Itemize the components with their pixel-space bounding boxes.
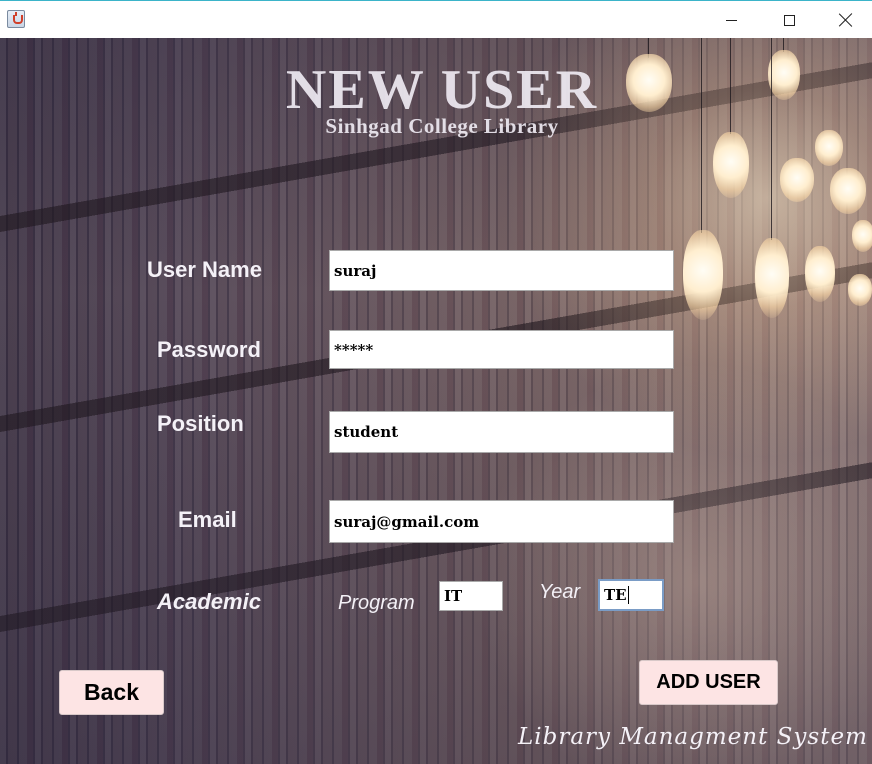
minimize-button[interactable] <box>702 1 760 39</box>
password-value: ***** <box>334 340 374 359</box>
position-input[interactable]: student <box>329 411 674 453</box>
username-value: suraj <box>334 261 377 280</box>
light-bulb <box>755 238 789 318</box>
add-user-button[interactable]: ADD USER <box>639 660 778 705</box>
form-panel: NEW USER Sinhgad College Library User Na… <box>0 38 872 764</box>
page-title: NEW USER <box>285 59 599 121</box>
back-button[interactable]: Back <box>59 670 164 715</box>
program-input[interactable]: IT <box>439 581 503 611</box>
program-label: Program <box>338 592 415 614</box>
close-button[interactable] <box>817 1 872 39</box>
username-label: User Name <box>147 257 262 282</box>
title-bar <box>0 0 872 38</box>
position-label: Position <box>157 411 244 436</box>
year-input[interactable]: TE <box>598 579 664 611</box>
maximize-button[interactable] <box>760 1 818 39</box>
java-cup-icon <box>7 10 25 28</box>
light-bulb <box>848 274 872 306</box>
text-caret <box>627 586 629 604</box>
username-input[interactable]: suraj <box>329 250 674 291</box>
email-label: Email <box>178 507 237 532</box>
page-subtitle: Sinhgad College Library <box>325 114 559 138</box>
password-input[interactable]: ***** <box>329 330 674 369</box>
light-bulb <box>683 230 723 320</box>
light-bulb <box>713 132 749 198</box>
close-icon <box>839 13 853 27</box>
program-value: IT <box>444 587 463 605</box>
position-value: student <box>334 423 399 441</box>
email-value: suraj@gmail.com <box>334 512 480 531</box>
academic-label: Academic <box>157 589 261 614</box>
light-bulb <box>830 168 866 214</box>
light-bulb <box>805 246 835 302</box>
maximize-icon <box>783 14 795 26</box>
minimize-icon <box>725 19 737 21</box>
email-input[interactable]: suraj@gmail.com <box>329 500 674 543</box>
year-label: Year <box>539 581 581 603</box>
footer-app-name: Library Managment System <box>518 724 868 750</box>
year-value: TE <box>604 586 627 604</box>
password-label: Password <box>157 337 261 362</box>
light-bulb <box>852 220 872 252</box>
light-bulb <box>780 158 814 202</box>
